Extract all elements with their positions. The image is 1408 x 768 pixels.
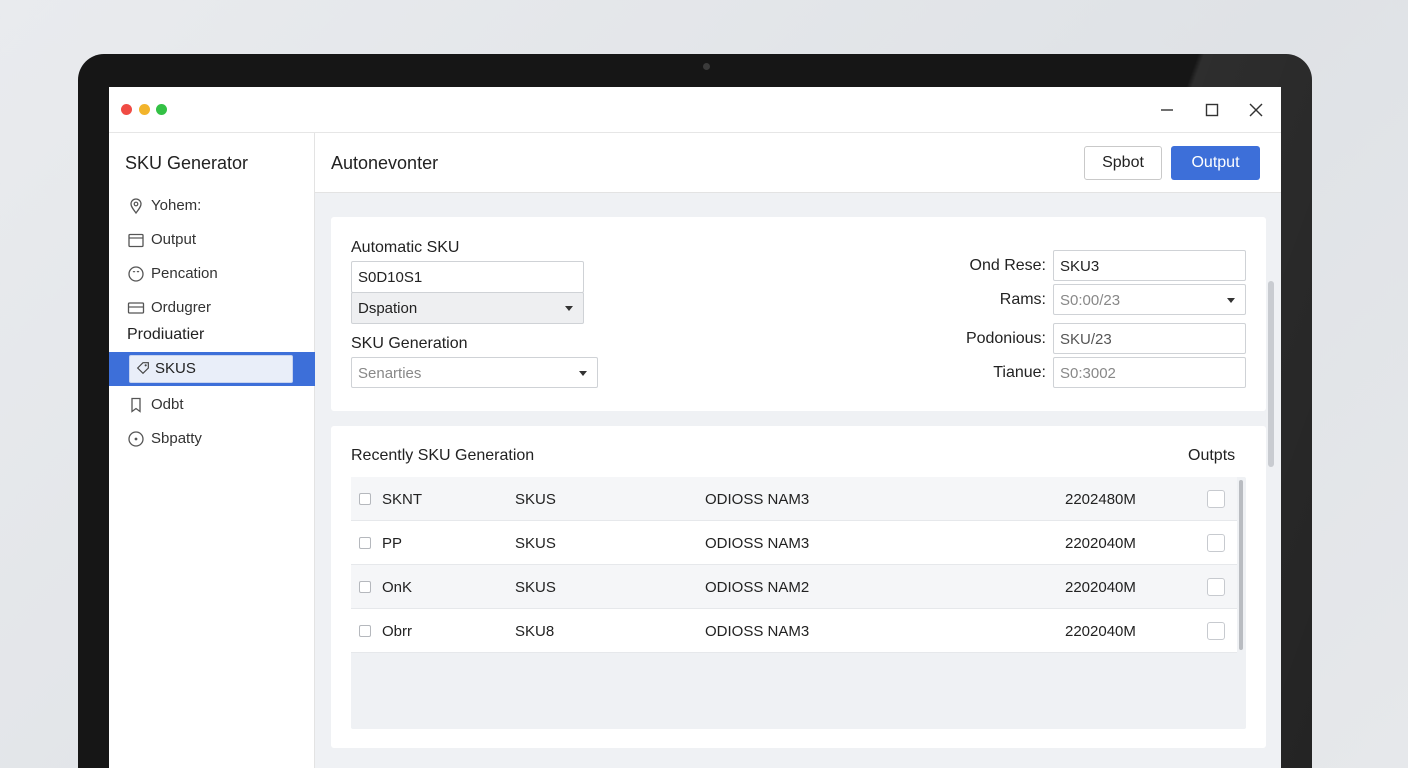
minimize-traffic-light[interactable] [139, 104, 150, 115]
table-cell: 2202040M [1065, 579, 1136, 596]
tianue-value: S0:3002 [1060, 365, 1116, 382]
table-cell: ODIOSS NAM3 [705, 535, 810, 552]
row-checkbox[interactable] [359, 537, 371, 549]
sku-generation-label: SKU Generation [351, 335, 468, 352]
tianue-input[interactable]: S0:3002 [1053, 357, 1246, 388]
sidebar-item-yohem[interactable]: Yohem: [109, 190, 315, 222]
clock-icon [127, 430, 145, 448]
row-checkbox[interactable] [359, 625, 371, 637]
table-cell: ODIOSS NAM2 [705, 579, 810, 596]
podonious-value: SKU/23 [1060, 331, 1112, 348]
sidebar-item-label: Yohem: [151, 197, 202, 214]
table-row[interactable]: PP SKUS ODIOSS NAM3 2202040M [351, 521, 1237, 565]
maximize-icon[interactable] [1201, 99, 1223, 121]
close-traffic-light[interactable] [121, 104, 132, 115]
automatic-sku-value: S0D10S1 [358, 269, 423, 286]
ond-rese-label: Ond Rese: [969, 257, 1046, 274]
table-cell: SKUS [515, 579, 556, 596]
recent-table: SKNT SKUS ODIOSS NAM3 2202480M PP SKUS O… [351, 477, 1246, 729]
row-checkbox[interactable] [359, 581, 371, 593]
bookmark-icon [127, 396, 145, 414]
split-button[interactable]: Spbot [1084, 146, 1162, 180]
title-bar [109, 87, 1281, 133]
sku-form-card: Automatic SKU S0D10S1 Dspation SKU Gener… [331, 217, 1266, 411]
sidebar-item-pencation[interactable]: Pencation [109, 258, 315, 290]
podonious-label: Podonious: [965, 330, 1046, 347]
sidebar-item-odbt[interactable]: Odbt [109, 389, 315, 421]
table-row[interactable]: OnK SKUS ODIOSS NAM2 2202040M [351, 565, 1237, 609]
table-cell: 2202040M [1065, 623, 1136, 640]
output-checkbox[interactable] [1207, 490, 1225, 508]
table-cell: OnK [382, 579, 413, 596]
outputs-label: Outpts [1188, 447, 1236, 464]
sidebar-item-skus[interactable]: SKUS [109, 352, 315, 386]
sidebar-item-label: Output [151, 231, 197, 248]
chevron-down-icon [579, 371, 587, 376]
table-cell: ODIOSS NAM3 [705, 623, 810, 640]
output-checkbox[interactable] [1207, 622, 1225, 640]
table-cell: SKU8 [515, 623, 555, 640]
main-panel: Autonevonter Spbot Output Automatic SKU … [315, 133, 1281, 768]
row-checkbox[interactable] [359, 493, 371, 505]
ond-rese-input[interactable]: SKU3 [1053, 250, 1246, 281]
chevron-down-icon [565, 306, 573, 311]
rams-label: Rams: [999, 291, 1046, 308]
sidebar-item-ordugrer[interactable]: Ordugrer [109, 292, 315, 324]
active-item-highlight [129, 355, 293, 383]
chevron-down-icon [1227, 298, 1235, 303]
table-cell: 2202480M [1065, 491, 1136, 508]
main-header: Autonevonter Spbot Output [315, 133, 1281, 193]
sidebar-item-label: Odbt [151, 396, 184, 413]
close-icon[interactable] [1245, 99, 1267, 121]
minimize-icon[interactable] [1156, 99, 1178, 121]
series-select-placeholder: Senarties [358, 365, 422, 382]
tianue-label: Tianue: [993, 364, 1046, 381]
sidebar-item-label: Ordugrer [151, 299, 212, 316]
tag-icon [135, 360, 153, 378]
table-cell: 2202040M [1065, 535, 1136, 552]
calendar-icon [127, 231, 145, 249]
output-button[interactable]: Output [1171, 146, 1260, 180]
page-title: Autonevonter [331, 153, 439, 173]
podonious-input[interactable]: SKU/23 [1053, 323, 1246, 354]
table-cell: SKNT [382, 491, 423, 508]
sidebar-item-label: Sbpatty [151, 430, 202, 447]
dispatch-select-value: Dspation [358, 300, 418, 317]
sidebar-item-sbpatty[interactable]: Sbpatty [109, 423, 315, 455]
sidebar-item-output[interactable]: Output [109, 224, 315, 256]
series-select[interactable]: Senarties [351, 357, 598, 388]
app-title: SKU Generator [125, 153, 249, 173]
table-row[interactable]: SKNT SKUS ODIOSS NAM3 2202480M [351, 477, 1237, 521]
output-checkbox[interactable] [1207, 534, 1225, 552]
table-cell: PP [382, 535, 403, 552]
table-cell: ODIOSS NAM3 [705, 491, 810, 508]
automatic-sku-input[interactable]: S0D10S1 [351, 261, 584, 293]
ond-rese-value: SKU3 [1060, 258, 1100, 275]
app-window: SKU Generator Yohem: Output Pencation Or… [109, 87, 1281, 768]
smile-icon [127, 265, 145, 283]
sidebar-item-label: Pencation [151, 265, 218, 282]
table-cell: SKUS [515, 535, 556, 552]
rams-value: S0:00/23 [1060, 292, 1121, 309]
camera-dot [703, 63, 710, 70]
table-cell: SKUS [515, 491, 556, 508]
dispatch-select[interactable]: Dspation [351, 292, 584, 324]
table-cell: Obrr [382, 623, 412, 640]
location-pin-icon [127, 197, 145, 215]
sidebar-item-label: SKUS [155, 360, 196, 377]
recent-sku-card: Recently SKU Generation Outpts SKNT SKUS… [331, 426, 1266, 748]
zoom-traffic-light[interactable] [156, 104, 167, 115]
recent-title: Recently SKU Generation [351, 447, 535, 464]
sidebar: SKU Generator Yohem: Output Pencation Or… [109, 133, 315, 768]
card-icon [127, 299, 145, 317]
rams-select[interactable]: S0:00/23 [1053, 284, 1246, 315]
sidebar-section-heading: Prodiuatier [127, 326, 205, 343]
automatic-sku-label: Automatic SKU [351, 239, 460, 256]
table-row[interactable]: Obrr SKU8 ODIOSS NAM3 2202040M [351, 609, 1237, 653]
main-scrollbar[interactable] [1268, 281, 1274, 467]
table-scrollbar[interactable] [1239, 480, 1243, 650]
output-checkbox[interactable] [1207, 578, 1225, 596]
